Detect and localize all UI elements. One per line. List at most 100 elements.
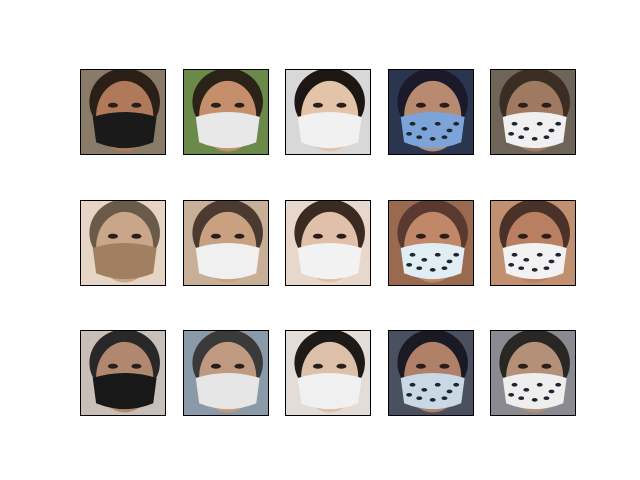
image-tile-boy-white-mask-output bbox=[183, 330, 269, 416]
mask-pattern-spot bbox=[531, 137, 538, 141]
image-grid-figure bbox=[0, 0, 640, 480]
eye-left bbox=[517, 233, 528, 239]
photo-woman-leopard-mask-output bbox=[389, 331, 473, 415]
mask-pattern-spot bbox=[446, 389, 453, 394]
eye-right bbox=[439, 363, 450, 369]
eye-right bbox=[131, 233, 142, 239]
mask-pattern-spot bbox=[429, 268, 436, 272]
mask-pattern-spot bbox=[511, 252, 518, 257]
mask-pattern-spot bbox=[548, 389, 555, 394]
mask-pattern-spot bbox=[446, 128, 453, 133]
mask-pattern-spot bbox=[536, 252, 543, 257]
photo-woman-long-hair-white-mask-reconstructed bbox=[286, 201, 370, 285]
face-mask bbox=[92, 243, 157, 280]
image-tile-boy-white-mask-outdoor bbox=[183, 69, 269, 155]
mask-pattern-spot bbox=[416, 266, 423, 271]
mask-pattern-spot bbox=[406, 262, 413, 267]
mask-pattern-spot bbox=[555, 121, 562, 126]
image-tile-man-tan-mask-reconstructed bbox=[80, 200, 166, 286]
mask-pattern-spot bbox=[441, 135, 448, 140]
mask-pattern-spot bbox=[429, 398, 436, 402]
photo-woman-leopard-mask-reconstructed bbox=[389, 201, 473, 285]
mask-pattern-spot bbox=[508, 392, 515, 397]
face-mask bbox=[502, 112, 567, 149]
image-tile-boy-white-mask-reconstructed bbox=[183, 200, 269, 286]
mask-pattern-spot bbox=[409, 252, 416, 257]
eye-right bbox=[541, 102, 552, 108]
photo-man-black-mask-output bbox=[81, 331, 165, 415]
mask-pattern-spot bbox=[523, 126, 530, 131]
eye-left bbox=[415, 363, 426, 369]
mask-pattern-spot bbox=[548, 259, 555, 264]
eye-right bbox=[336, 363, 347, 369]
eye-left bbox=[107, 102, 118, 108]
mask-pattern-spot bbox=[508, 262, 515, 267]
photo-woman-leopard-print-mask bbox=[389, 70, 473, 154]
image-tile-woman-leopard-mask-output bbox=[388, 330, 474, 416]
face-mask bbox=[195, 373, 260, 410]
eye-left bbox=[107, 233, 118, 239]
eye-right bbox=[439, 233, 450, 239]
mask-pattern-spot bbox=[434, 252, 441, 257]
mask-pattern-spot bbox=[511, 382, 518, 387]
mask-pattern-spot bbox=[421, 126, 428, 131]
eye-right bbox=[131, 363, 142, 369]
mask-pattern-spot bbox=[416, 135, 423, 140]
image-tile-woman-leopard-mask-reconstructed bbox=[388, 200, 474, 286]
image-tile-woman-spotted-mask-output bbox=[490, 330, 576, 416]
mask-pattern-spot bbox=[518, 396, 525, 401]
photo-woman-glasses-mask-output bbox=[286, 331, 370, 415]
photo-man-tan-mask-reconstructed bbox=[81, 201, 165, 285]
mask-pattern-spot bbox=[421, 387, 428, 392]
mask-pattern-spot bbox=[416, 396, 423, 401]
mask-pattern-spot bbox=[434, 121, 441, 126]
mask-pattern-spot bbox=[543, 135, 550, 140]
image-tile-woman-glasses-white-mask bbox=[285, 69, 371, 155]
mask-pattern-spot bbox=[441, 396, 448, 401]
mask-pattern-spot bbox=[409, 121, 416, 126]
mask-pattern-spot bbox=[548, 128, 555, 133]
photo-boy-white-mask-outdoor bbox=[184, 70, 268, 154]
image-tile-man-black-n95-mask bbox=[80, 69, 166, 155]
eye-right bbox=[541, 233, 552, 239]
face-mask bbox=[92, 112, 157, 149]
face-mask bbox=[297, 112, 362, 149]
image-tile-woman-spotted-mask-reconstructed bbox=[490, 200, 576, 286]
face-mask bbox=[297, 243, 362, 280]
eye-right bbox=[131, 102, 142, 108]
photo-boy-white-mask-output bbox=[184, 331, 268, 415]
mask-pattern-spot bbox=[409, 382, 416, 387]
eye-right bbox=[541, 363, 552, 369]
eye-left bbox=[210, 363, 221, 369]
eye-right bbox=[336, 233, 347, 239]
photo-woman-spotted-mask bbox=[491, 70, 575, 154]
face-mask bbox=[400, 243, 465, 280]
eye-left bbox=[107, 363, 118, 369]
mask-pattern-spot bbox=[511, 121, 518, 126]
mask-pattern-spot bbox=[434, 382, 441, 387]
mask-pattern-spot bbox=[536, 382, 543, 387]
mask-pattern-spot bbox=[531, 398, 538, 402]
eye-left bbox=[210, 102, 221, 108]
mask-pattern-spot bbox=[523, 387, 530, 392]
mask-pattern-spot bbox=[406, 392, 413, 397]
eye-left bbox=[415, 102, 426, 108]
image-tile-man-black-mask-output bbox=[80, 330, 166, 416]
mask-pattern-spot bbox=[453, 382, 460, 387]
mask-pattern-spot bbox=[453, 121, 460, 126]
mask-pattern-spot bbox=[453, 252, 460, 257]
face-mask bbox=[400, 373, 465, 410]
image-tile-woman-long-hair-white-mask-reconstructed bbox=[285, 200, 371, 286]
image-tile-woman-glasses-mask-output bbox=[285, 330, 371, 416]
eye-left bbox=[517, 102, 528, 108]
eye-right bbox=[439, 102, 450, 108]
eye-right bbox=[234, 102, 245, 108]
eye-right bbox=[234, 233, 245, 239]
photo-woman-spotted-mask-output bbox=[491, 331, 575, 415]
eye-left bbox=[312, 102, 323, 108]
mask-pattern-spot bbox=[508, 131, 515, 136]
eye-left bbox=[312, 233, 323, 239]
eye-left bbox=[415, 233, 426, 239]
mask-pattern-spot bbox=[543, 266, 550, 271]
eye-left bbox=[210, 233, 221, 239]
